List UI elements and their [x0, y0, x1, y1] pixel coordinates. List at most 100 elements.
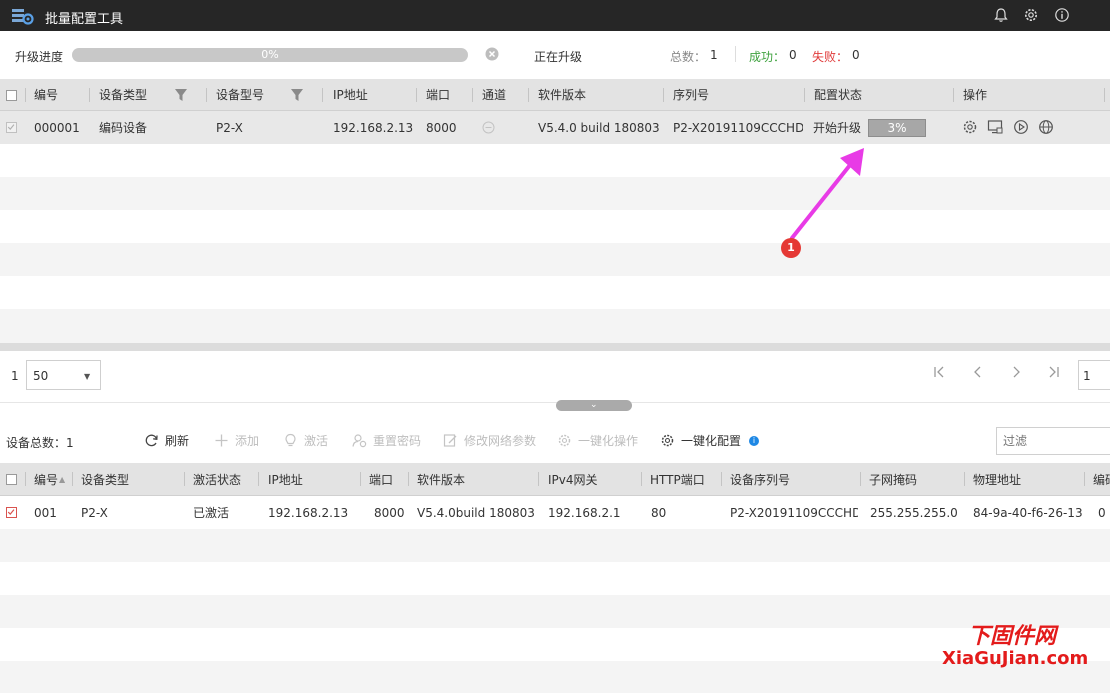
last-page-icon[interactable] — [1045, 364, 1061, 380]
col-id[interactable]: 编号 — [34, 463, 58, 495]
column-divider — [1084, 472, 1085, 486]
col-software-version[interactable]: 软件版本 — [538, 79, 586, 110]
column-divider — [25, 88, 26, 102]
remote-config-monitor-icon[interactable] — [987, 119, 1003, 135]
cell-device-type: 编码设备 — [99, 121, 148, 135]
filter-input[interactable] — [997, 428, 1110, 454]
modify-network-button[interactable]: 修改网络参数 — [443, 432, 536, 449]
col-device-serial[interactable]: 设备序列号 — [730, 463, 790, 495]
first-page-icon[interactable] — [932, 364, 948, 380]
column-divider — [416, 88, 417, 102]
col-serial[interactable]: 序列号 — [673, 79, 709, 110]
cell-encoding: 0 — [1098, 505, 1106, 520]
previous-page-icon[interactable] — [970, 364, 986, 380]
column-divider — [528, 88, 529, 102]
settings-gear-icon[interactable] — [962, 119, 978, 135]
gear-icon[interactable] — [1023, 7, 1039, 23]
one-click-config-button[interactable]: 一键化配置 i — [660, 432, 760, 449]
cell-ip: 192.168.2.13 — [268, 505, 349, 520]
annotation-badge: 1 — [781, 238, 801, 258]
annotation-arrow — [790, 148, 864, 240]
col-device-type[interactable]: 设备类型 — [99, 79, 147, 110]
row-checkbox[interactable] — [6, 507, 17, 518]
empty-row — [0, 210, 1110, 243]
column-divider — [953, 88, 954, 102]
col-ipv4-gateway[interactable]: IPv4网关 — [548, 463, 598, 495]
table-row[interactable]: 001 P2-X 已激活 192.168.2.13 8000 V5.4.0bui… — [0, 496, 1110, 529]
chevron-down-icon: ⌄ — [590, 400, 598, 410]
page-number-input[interactable]: 1 — [1078, 360, 1110, 390]
app-logo-icon — [12, 9, 34, 25]
col-subnet-mask[interactable]: 子网掩码 — [869, 463, 917, 495]
col-operation: 操作 — [963, 88, 988, 102]
refresh-icon — [145, 434, 158, 447]
cell-id: 000001 — [34, 120, 80, 135]
col-software-version[interactable]: 软件版本 — [417, 463, 465, 495]
success-value: 0 — [789, 48, 797, 62]
page-size-select[interactable]: 50 ▼ — [26, 360, 101, 390]
info-icon[interactable]: i — [749, 435, 760, 446]
refresh-button[interactable]: 刷新 — [144, 432, 189, 449]
filter-funnel-icon[interactable] — [291, 88, 303, 102]
current-page-number: 1 — [11, 369, 19, 383]
select-all-checkbox[interactable] — [6, 474, 17, 485]
row-checkbox — [6, 122, 17, 133]
col-http-port[interactable]: HTTP端口 — [650, 463, 705, 495]
col-activation-status[interactable]: 激活状态 — [193, 463, 241, 495]
col-id[interactable]: 编号 — [34, 79, 58, 110]
watermark-cn: 下固件网 — [968, 624, 1057, 649]
cell-software-version: V5.4.0 build 180803 — [538, 120, 660, 135]
fail-value: 0 — [852, 48, 860, 62]
modify-network-label: 修改网络参数 — [464, 434, 537, 448]
edit-icon — [443, 434, 457, 447]
upgrade-status: 正在升级 — [534, 50, 583, 64]
filter-field[interactable] — [996, 427, 1110, 455]
add-button[interactable]: 添加 — [214, 432, 259, 449]
filter-funnel-icon[interactable] — [175, 88, 187, 102]
page-size-value: 50 — [33, 369, 49, 383]
app-title: 批量配置工具 — [45, 12, 124, 27]
reset-password-button[interactable]: 重置密码 — [352, 432, 421, 449]
col-port[interactable]: 端口 — [369, 463, 393, 495]
col-ip[interactable]: IP地址 — [268, 463, 303, 495]
one-click-operation-label: 一键化操作 — [578, 434, 639, 448]
one-click-operation-button[interactable]: 一键化操作 — [557, 432, 638, 449]
column-divider — [206, 88, 207, 102]
reset-password-label: 重置密码 — [373, 434, 422, 448]
next-page-icon[interactable] — [1008, 364, 1024, 380]
col-encoding[interactable]: 编码 — [1093, 463, 1110, 495]
cell-software-version: V5.4.0build 180803 — [417, 505, 535, 520]
cancel-upgrade-icon[interactable] — [485, 47, 499, 61]
panel-splitter-handle[interactable]: ⌄ — [556, 400, 632, 411]
col-channel[interactable]: 通道 — [482, 79, 506, 110]
col-mac-address[interactable]: 物理地址 — [973, 463, 1021, 495]
reset-password-icon — [352, 434, 367, 448]
col-ip[interactable]: IP地址 — [333, 79, 368, 110]
col-device-type[interactable]: 设备类型 — [81, 463, 129, 495]
column-divider — [184, 472, 185, 486]
play-icon[interactable] — [1013, 119, 1029, 135]
watermark: 下固件网 XiaGuJian.com — [942, 618, 1102, 678]
web-globe-icon[interactable] — [1038, 119, 1054, 135]
gear-icon — [558, 434, 571, 447]
col-port[interactable]: 端口 — [426, 79, 450, 110]
column-divider — [472, 88, 473, 102]
cell-subnet-mask: 255.255.255.0 — [870, 505, 958, 520]
info-icon[interactable] — [1054, 7, 1070, 23]
gear-icon — [661, 434, 674, 447]
cell-port: 8000 — [426, 120, 457, 135]
empty-row — [0, 276, 1110, 309]
sort-asc-icon[interactable]: ▲ — [59, 463, 65, 495]
bell-icon[interactable] — [993, 7, 1009, 23]
divider — [735, 46, 736, 62]
select-all-checkbox[interactable] — [6, 90, 17, 101]
column-divider — [860, 472, 861, 486]
column-divider — [72, 472, 73, 486]
empty-row — [0, 243, 1110, 276]
table-row[interactable]: 000001 编码设备 P2-X 192.168.2.13 8000 V5.4.… — [0, 111, 1110, 144]
col-device-model[interactable]: 设备型号 — [216, 79, 264, 110]
activate-button[interactable]: 激活 — [283, 432, 328, 449]
success-label: 成功： — [749, 50, 786, 64]
device-table-header: 编号 ▲ 设备类型 激活状态 IP地址 端口 软件版本 IPv4网关 HTTP端… — [0, 463, 1110, 496]
col-config-status[interactable]: 配置状态 — [814, 79, 862, 110]
